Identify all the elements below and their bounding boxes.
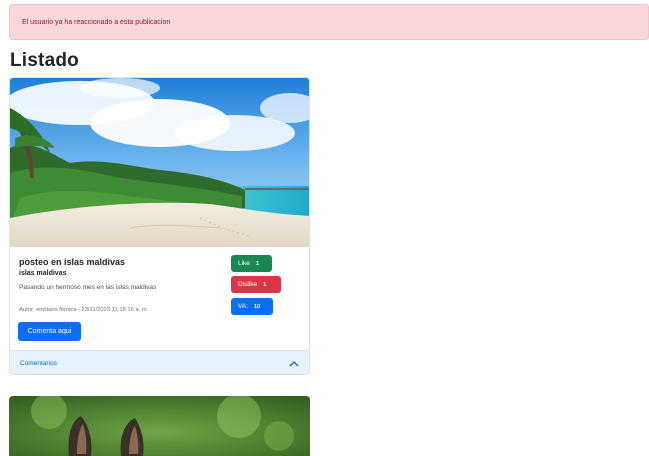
post-title: posteo en islas maldivas <box>19 257 126 267</box>
va-button[interactable]: VA: 10 <box>231 298 273 315</box>
post-text: Pasando un hermoso mes en las islas mald… <box>19 284 157 291</box>
chevron-up-icon <box>289 360 299 366</box>
comments-accordion-toggle[interactable]: Comentarios <box>10 350 309 374</box>
dislike-count: 1 <box>263 281 267 288</box>
like-count: 1 <box>255 260 259 267</box>
comment-button[interactable]: Comenta aqui <box>18 322 81 341</box>
next-post-card <box>9 396 310 456</box>
post-author-date: Autor: emiliano ferrera - 23/11/2023 11:… <box>19 307 149 313</box>
post-subtitle: islas maldivas <box>19 270 67 277</box>
dislike-label: Dislike <box>238 281 258 288</box>
post-card: posteo en islas maldivas islas maldivas … <box>9 77 310 375</box>
comments-label: Comentarios <box>20 359 57 367</box>
animal-photo-icon <box>9 396 310 456</box>
dislike-button[interactable]: Dislike 1 <box>231 276 281 293</box>
va-count: 10 <box>254 303 261 310</box>
alert-text: El usuario ya ha reaccionado a esta publ… <box>22 18 171 26</box>
like-button[interactable]: Like 1 <box>231 255 272 272</box>
page-title: Listado <box>10 50 79 71</box>
va-label: VA: <box>238 303 248 310</box>
beach-photo-icon <box>10 78 309 247</box>
reaction-alert: El usuario ya ha reaccionado a esta publ… <box>9 4 649 40</box>
like-label: Like <box>238 260 250 267</box>
